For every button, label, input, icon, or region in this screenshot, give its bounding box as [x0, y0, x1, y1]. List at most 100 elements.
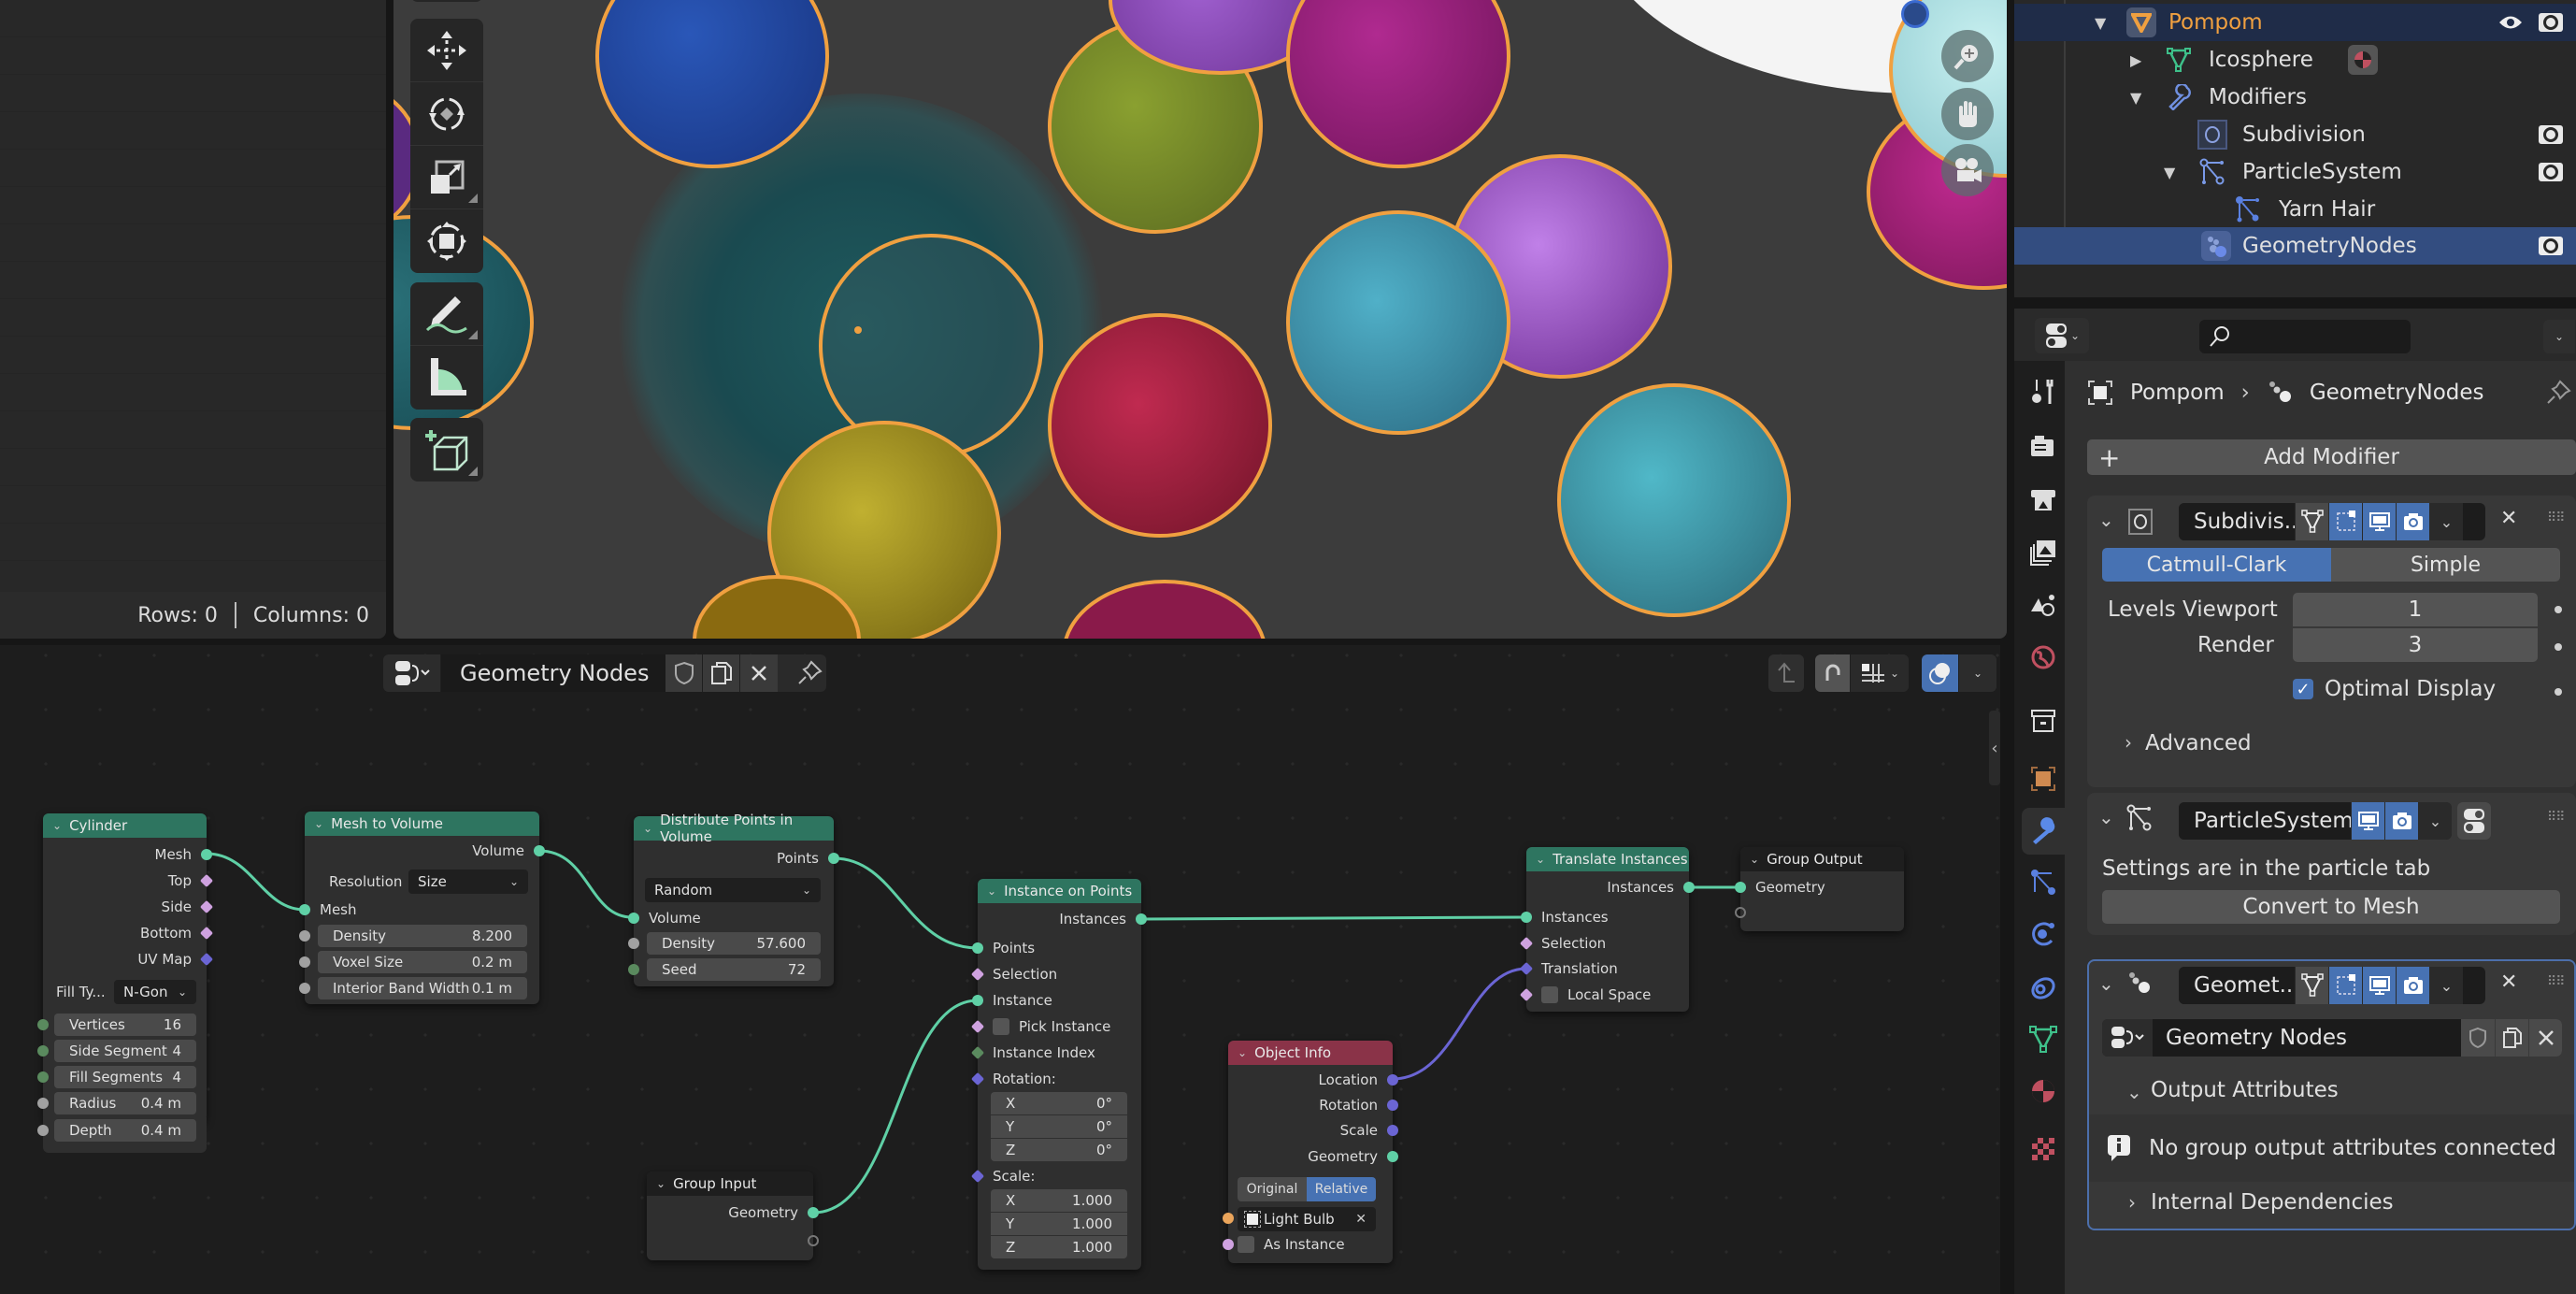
expand-icon[interactable]: ▼	[2095, 14, 2106, 32]
modifier-options-dropdown[interactable]: ⌄	[2418, 802, 2452, 840]
scale-z-field[interactable]: Z 1.000	[991, 1236, 1127, 1258]
outliner-item-icosphere[interactable]: ▶ Icosphere	[2014, 41, 2576, 79]
object-input-socket[interactable]	[1223, 1213, 1234, 1224]
seed-input-socket[interactable]	[628, 964, 639, 975]
tab-modifiers[interactable]	[2022, 808, 2065, 855]
duplicate-button[interactable]	[2495, 1019, 2528, 1057]
fill-segments-field[interactable]: Fill Segments 4	[54, 1066, 196, 1088]
advanced-subpanel-header[interactable]: Advanced	[2145, 727, 2252, 759]
object-selector[interactable]: Light Bulb ✕	[1238, 1207, 1376, 1231]
outliner-item-pompom[interactable]: ▼ Pompom	[2014, 4, 2576, 41]
levels-viewport-field[interactable]: 1	[2293, 593, 2538, 626]
editor-type-button[interactable]: ⌄	[2035, 318, 2089, 353]
optimal-display-checkbox[interactable]: ✓	[2293, 679, 2313, 699]
geometry-output-socket[interactable]	[1387, 1151, 1398, 1162]
add-modifier-button[interactable]: + Add Modifier	[2087, 439, 2576, 475]
expand-icon[interactable]: ▶	[2130, 51, 2141, 69]
pick-instance-checkbox[interactable]	[993, 1018, 1009, 1035]
drag-handle-icon[interactable]: ⠿⠿	[2547, 974, 2565, 989]
node-editor[interactable]: Geometry Nodes ⌄ ⌄ ‹ ⌄ Cylinder Mesh Top…	[0, 645, 2000, 1294]
collapse-icon[interactable]: ⌄	[2098, 806, 2114, 828]
edit-cage-toggle[interactable]	[2295, 967, 2328, 1004]
modifier-name-field[interactable]: ParticleSystem	[2179, 802, 2354, 840]
fill-type-dropdown[interactable]: N-Gon ⌄	[114, 980, 196, 1004]
instance-input-socket[interactable]	[972, 995, 983, 1006]
volume-input-socket[interactable]	[628, 913, 639, 924]
side-segments-field[interactable]: Side Segment 4	[54, 1040, 196, 1062]
rotation-y-field[interactable]: Y 0°	[991, 1115, 1127, 1138]
node-header[interactable]: ⌄ Instance on Points	[978, 879, 1141, 903]
cylinder-node[interactable]: ⌄ Cylinder Mesh Top Side Bottom UV Map Fi…	[37, 813, 214, 1122]
measure-tool[interactable]	[410, 346, 483, 410]
catmull-clark-option[interactable]: Catmull-Clark	[2102, 548, 2331, 582]
convert-to-mesh-button[interactable]: Convert to Mesh	[2102, 890, 2560, 924]
add-cube-tool[interactable]	[410, 418, 483, 482]
clear-object-icon[interactable]: ✕	[1355, 1212, 1367, 1227]
node-header[interactable]: ⌄ Object Info	[1228, 1041, 1393, 1065]
viewport-toggle[interactable]	[2351, 802, 2384, 840]
move-tool[interactable]	[410, 19, 483, 82]
translate-instances-node[interactable]: ⌄ Translate Instances Instances Instances…	[1519, 847, 1695, 1012]
instances-output-socket[interactable]	[1136, 913, 1147, 925]
depth-input-socket[interactable]	[37, 1125, 49, 1136]
rotate-tool[interactable]	[410, 82, 483, 146]
pin-button[interactable]	[2542, 376, 2574, 410]
seed-field[interactable]: Seed 72	[647, 958, 821, 981]
outliner-item-geometrynodes[interactable]: GeometryNodes	[2014, 227, 2576, 265]
3d-viewport[interactable]	[394, 0, 2007, 639]
tab-view-layer[interactable]	[2022, 529, 2065, 576]
empty-input-socket[interactable]	[1735, 907, 1746, 918]
transform-tool[interactable]	[410, 209, 483, 273]
original-option[interactable]: Original	[1238, 1177, 1307, 1201]
voxel-size-field[interactable]: Voxel Size 0.2 m	[318, 951, 527, 973]
tab-texture[interactable]	[2022, 1126, 2065, 1172]
fake-user-button[interactable]	[2461, 1019, 2495, 1057]
modifier-options-dropdown[interactable]: ⌄	[2429, 967, 2463, 1004]
rotation-output-socket[interactable]	[1387, 1100, 1398, 1111]
tab-collection[interactable]	[2022, 697, 2065, 744]
location-output-socket[interactable]	[1387, 1074, 1398, 1086]
node-header[interactable]: ⌄ Cylinder	[43, 813, 207, 838]
viewport-toggle[interactable]	[2362, 503, 2396, 540]
drag-handle-icon[interactable]: ⠿⠿	[2547, 510, 2565, 525]
outliner-item-yarn-hair[interactable]: Yarn Hair	[2014, 191, 2576, 228]
node-header[interactable]: ⌄ Group Output	[1740, 847, 1904, 871]
resolution-dropdown[interactable]: Size ⌄	[408, 870, 528, 894]
as-instance-checkbox[interactable]	[1238, 1236, 1254, 1253]
render-toggle[interactable]	[2396, 967, 2429, 1004]
interior-band-width-field[interactable]: Interior Band Width 0.1 m	[318, 977, 527, 999]
distribute-points-in-volume-node[interactable]: ⌄ Distribute Points in Volume Points Rand…	[628, 812, 839, 986]
properties-editor[interactable]: ⌄ ⌄ Pompom › GeometryNodes + Add Modifie…	[2014, 309, 2576, 1294]
mesh-to-volume-node[interactable]: ⌄ Mesh to Volume Volume Resolution Size ⌄ …	[299, 812, 545, 1004]
modifier-options-dropdown[interactable]: ⌄	[2429, 503, 2463, 540]
simple-option[interactable]: Simple	[2331, 548, 2560, 582]
rotation-x-field[interactable]: X 0°	[991, 1092, 1127, 1114]
tab-scene[interactable]	[2022, 582, 2065, 628]
instances-input-socket[interactable]	[1521, 912, 1532, 923]
empty-output-socket[interactable]	[808, 1235, 819, 1246]
volume-output-socket[interactable]	[534, 845, 545, 856]
browse-node-group-button[interactable]	[2102, 1019, 2153, 1057]
distribute-mode-dropdown[interactable]: Random ⌄	[645, 878, 821, 902]
points-output-socket[interactable]	[828, 853, 839, 864]
radius-field[interactable]: Radius 0.4 m	[54, 1092, 196, 1114]
internal-dependencies-subpanel-header[interactable]: Internal Dependencies	[2151, 1186, 2394, 1219]
vertices-field[interactable]: Vertices 16	[54, 1014, 196, 1036]
annotate-tool[interactable]	[410, 282, 483, 346]
as-instance-input-socket[interactable]	[1223, 1239, 1234, 1250]
object-info-node[interactable]: ⌄ Object Info Location Rotation Scale Geo…	[1223, 1041, 1398, 1263]
output-attributes-subpanel-header[interactable]: Output Attributes	[2151, 1073, 2339, 1107]
group-input-node[interactable]: ⌄ Group Input Geometry	[647, 1172, 819, 1260]
mesh-output-socket[interactable]	[201, 849, 212, 860]
edit-mode-toggle[interactable]	[2328, 967, 2362, 1004]
edit-cage-toggle[interactable]	[2295, 503, 2328, 540]
properties-search-field[interactable]	[2199, 320, 2411, 353]
density-input-socket[interactable]	[628, 938, 639, 949]
modifier-name-field[interactable]: Geomet...	[2179, 967, 2300, 1004]
tab-material[interactable]	[2022, 1068, 2065, 1114]
collapse-icon[interactable]: ⌄	[2098, 972, 2114, 995]
visibility-eye-icon[interactable]	[2497, 13, 2524, 32]
drag-handle-icon[interactable]: ⠿⠿	[2547, 810, 2565, 825]
render-toggle[interactable]	[2396, 503, 2429, 540]
instances-output-socket[interactable]	[1683, 882, 1695, 893]
